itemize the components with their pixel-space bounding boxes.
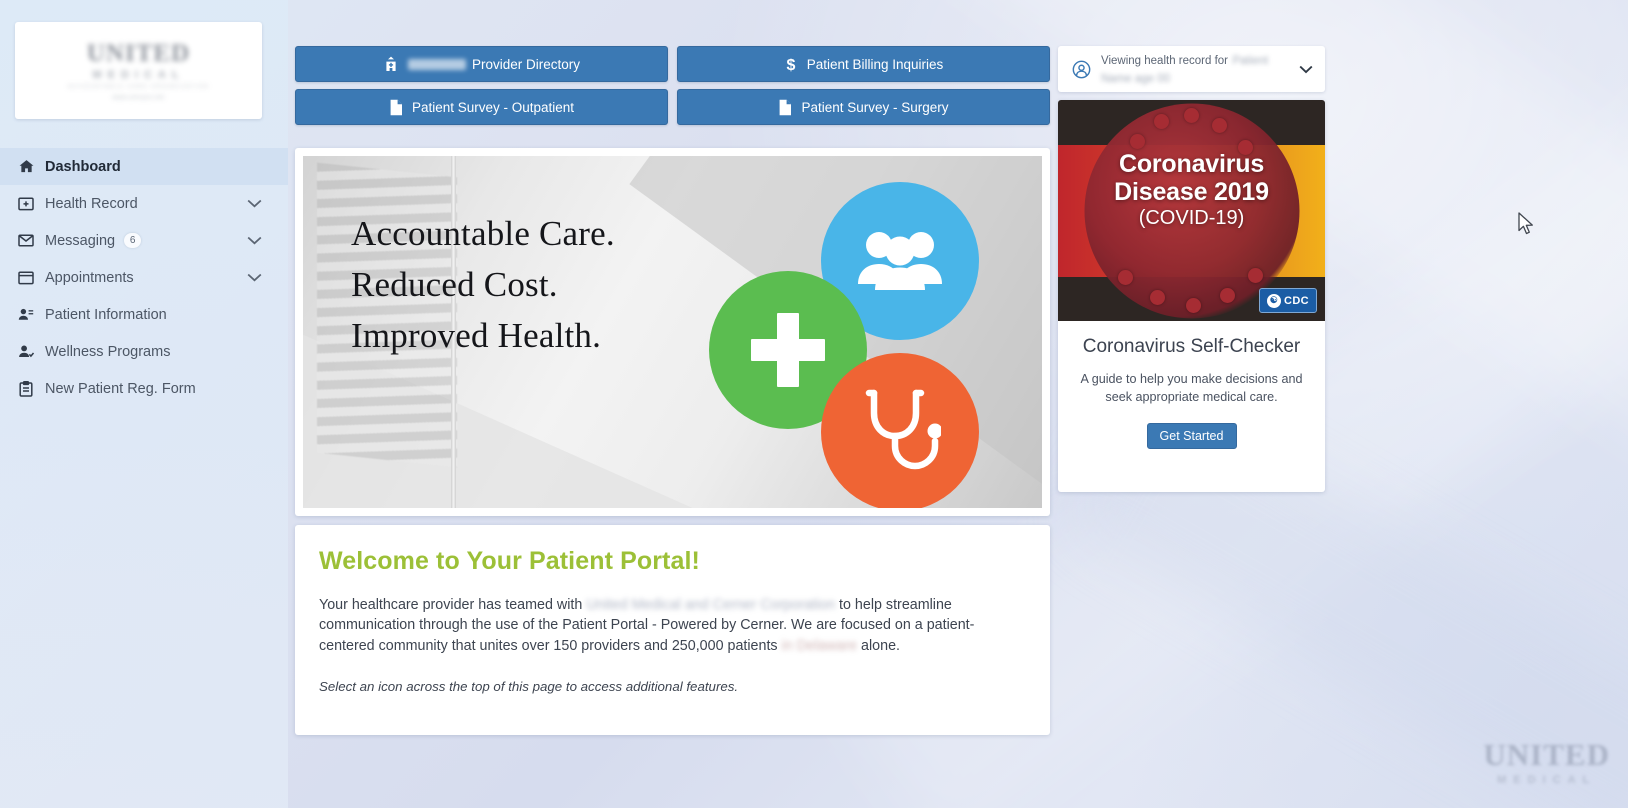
- patient-portal-page: UNITED MEDICAL ACCOUNTABLE CARE ORGANIZA…: [0, 0, 1628, 808]
- logo-url: www.umcaco.net: [112, 94, 165, 101]
- redacted-org-names: United Medical and Cerner Corporation: [586, 597, 836, 613]
- virus-spike: [1130, 134, 1145, 149]
- sidebar-item-label: Patient Information: [45, 306, 167, 323]
- hero-banner-image: Accountable Care. Reduced Cost. Improved…: [303, 156, 1042, 508]
- welcome-body-part-3: alone.: [857, 637, 900, 654]
- hero-headline-line-2: Reduced Cost.: [351, 265, 558, 305]
- chevron-down-icon[interactable]: [247, 199, 262, 208]
- patient-survey-surgery-button[interactable]: Patient Survey - Surgery: [677, 89, 1050, 125]
- quick-button-label: Patient Survey - Surgery: [801, 99, 949, 115]
- sidebar-item-new-patient-reg-form[interactable]: New Patient Reg. Form: [0, 370, 288, 407]
- welcome-note: Select an icon across the top of this pa…: [319, 679, 739, 695]
- covid-title-subtitle: (COVID-19): [1138, 206, 1245, 229]
- sidebar: UNITED MEDICAL ACCOUNTABLE CARE ORGANIZA…: [0, 0, 288, 808]
- sidebar-nav: Dashboard Health Record Messaging 6 Appo…: [0, 148, 288, 407]
- logo-secondary-text: MEDICAL: [92, 68, 185, 81]
- covid-card-body: Coronavirus Self-Checker A guide to help…: [1058, 321, 1325, 450]
- sidebar-item-messaging[interactable]: Messaging 6: [0, 222, 288, 259]
- messaging-unread-badge: 6: [124, 233, 142, 248]
- welcome-title: Welcome to Your Patient Portal!: [319, 547, 700, 575]
- redacted-location: in Delaware: [781, 637, 858, 654]
- envelope-icon: [14, 234, 38, 247]
- chevron-down-icon[interactable]: [1299, 65, 1313, 74]
- redacted-brand-text: [407, 58, 466, 70]
- welcome-card: Welcome to Your Patient Portal! Your hea…: [295, 525, 1050, 735]
- covid-banner-title: Coronavirus Disease 2019 (COVID-19): [1058, 150, 1325, 229]
- hero-banner-card: Accountable Care. Reduced Cost. Improved…: [295, 148, 1050, 516]
- virus-spike: [1186, 298, 1201, 313]
- clipboard-icon: [14, 380, 38, 397]
- brand-logo[interactable]: UNITED MEDICAL ACCOUNTABLE CARE ORGANIZA…: [15, 22, 262, 119]
- sidebar-item-label: New Patient Reg. Form: [45, 380, 196, 397]
- record-selector-label: Viewing health record for: [1101, 55, 1228, 67]
- hospital-icon: [383, 56, 399, 72]
- virus-spike: [1248, 268, 1263, 283]
- stethoscope-icon: [859, 387, 943, 478]
- get-started-button[interactable]: Get Started: [1146, 423, 1237, 450]
- plus-icon: [777, 313, 799, 387]
- welcome-body: Your healthcare provider has teamed with…: [319, 595, 1026, 656]
- logo-tagline: ACCOUNTABLE CARE ORGANIZATION: [67, 83, 210, 90]
- record-selector-text: Viewing health record for Patient Name a…: [1101, 51, 1299, 87]
- virus-spike: [1154, 114, 1169, 129]
- virus-spike: [1220, 288, 1235, 303]
- coronavirus-self-checker-card[interactable]: Coronavirus Disease 2019 (COVID-19) ☯ CD…: [1058, 100, 1325, 492]
- main-content: Provider Directory $ Patient Billing Inq…: [288, 0, 1628, 808]
- covid-banner-image: Coronavirus Disease 2019 (COVID-19) ☯ CD…: [1058, 100, 1325, 321]
- covid-card-paragraph: A guide to help you make decisions and s…: [1080, 372, 1303, 405]
- sidebar-item-dashboard[interactable]: Dashboard: [0, 148, 288, 185]
- user-card-icon: [14, 307, 38, 322]
- home-icon: [14, 159, 38, 174]
- welcome-body-part-1: Your healthcare provider has teamed with: [319, 597, 587, 613]
- provider-directory-button[interactable]: Provider Directory: [295, 46, 668, 82]
- sidebar-item-appointments[interactable]: Appointments: [0, 259, 288, 296]
- document-icon: [389, 99, 403, 116]
- quick-button-label: Patient Billing Inquiries: [806, 56, 944, 72]
- logo-primary-text: UNITED: [86, 39, 191, 67]
- patient-survey-outpatient-button[interactable]: Patient Survey - Outpatient: [295, 89, 668, 125]
- quick-action-buttons: Provider Directory $ Patient Billing Inq…: [295, 46, 1050, 125]
- hero-headline-line-3: Improved Health.: [351, 316, 602, 356]
- chevron-down-icon[interactable]: [247, 236, 262, 245]
- dollar-icon: $: [784, 56, 798, 73]
- svg-text:$: $: [786, 57, 795, 73]
- folder-plus-icon: [14, 196, 38, 211]
- sidebar-item-wellness-programs[interactable]: Wellness Programs: [0, 333, 288, 370]
- virus-spike: [1212, 118, 1227, 133]
- people-icon: [858, 228, 942, 295]
- health-record-selector[interactable]: Viewing health record for Patient Name a…: [1058, 46, 1325, 92]
- sidebar-item-patient-information[interactable]: Patient Information: [0, 296, 288, 333]
- hero-headline-line-1: Accountable Care.: [351, 214, 615, 253]
- sidebar-item-label: Appointments: [45, 269, 134, 286]
- orange-stethoscope-circle: [821, 353, 979, 508]
- covid-title-line-1: Coronavirus: [1118, 150, 1265, 178]
- sidebar-item-label: Messaging: [45, 232, 116, 249]
- covid-card-heading: Coronavirus Self-Checker: [1082, 336, 1301, 357]
- user-circle-icon: [1070, 60, 1092, 79]
- logo-image: UNITED MEDICAL ACCOUNTABLE CARE ORGANIZA…: [68, 41, 209, 101]
- chevron-down-icon[interactable]: [247, 273, 262, 282]
- virus-spike: [1150, 290, 1165, 305]
- cdc-emblem-icon: ☯: [1266, 293, 1281, 308]
- cdc-label: CDC: [1283, 294, 1310, 307]
- sidebar-item-label: Dashboard: [45, 158, 121, 175]
- hero-headline: Accountable Care. Reduced Cost. Improved…: [351, 208, 615, 361]
- cdc-logo: ☯ CDC: [1259, 288, 1317, 313]
- quick-button-label: Provider Directory: [471, 56, 581, 72]
- document-icon: [778, 99, 792, 116]
- user-check-icon: [14, 344, 38, 359]
- sidebar-item-label: Health Record: [45, 195, 138, 212]
- sidebar-item-label: Wellness Programs: [45, 343, 171, 360]
- patient-billing-inquiries-button[interactable]: $ Patient Billing Inquiries: [677, 46, 1050, 82]
- sidebar-item-health-record[interactable]: Health Record: [0, 185, 288, 222]
- virus-spike: [1118, 270, 1133, 285]
- calendar-icon: [14, 270, 38, 285]
- virus-spike: [1184, 108, 1199, 123]
- quick-button-label: Patient Survey - Outpatient: [411, 99, 575, 115]
- covid-title-line-2: Disease 2019: [1114, 178, 1269, 207]
